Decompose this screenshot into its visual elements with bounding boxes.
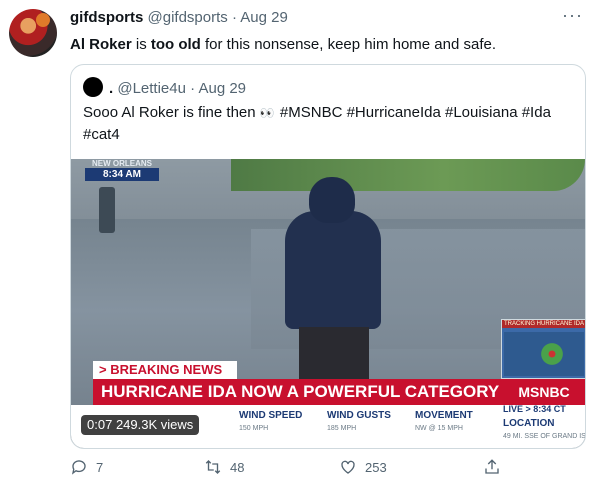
hashtag-link[interactable]: #cat4	[83, 126, 120, 143]
share-icon	[485, 459, 499, 474]
tweet-date[interactable]: Aug 29	[240, 9, 288, 26]
stat-label: WIND GUSTS	[327, 410, 391, 421]
stat-movement: MOVEMENT NW @ 15 MPH	[415, 409, 473, 435]
reporter-hood	[309, 177, 355, 223]
tweet-text-part: is	[131, 36, 151, 53]
stat-wind-speed: WIND SPEED 150 MPH	[239, 409, 302, 435]
hashtag-link[interactable]: #Ida	[522, 104, 551, 121]
quoted-author-handle[interactable]: @Lettie4u	[117, 80, 186, 97]
hurricane-tracker-map: TRACKING HURRICANE IDA	[501, 319, 585, 379]
stat-label: WIND SPEED	[239, 410, 303, 421]
stat-value: NW @ 15 MPH	[415, 425, 463, 432]
reply-button[interactable]: 7	[70, 458, 103, 477]
hashtag-link[interactable]: #Louisiana	[445, 104, 518, 121]
reply-icon	[71, 460, 86, 475]
stat-value: 185 MPH	[327, 425, 357, 432]
video-player[interactable]: NEW ORLEANS 8:34 AM TRACKING HURRICANE I…	[71, 159, 585, 448]
reporter-figure	[285, 211, 381, 329]
share-button[interactable]	[483, 458, 509, 477]
quoted-tweet-header: . @Lettie4u · Aug 29	[83, 77, 246, 99]
separator-dot: ·	[231, 9, 237, 26]
tweet-header: gifdsports @gifdsports · Aug 29	[70, 8, 288, 28]
tracker-label: TRACKING HURRICANE IDA	[502, 320, 585, 328]
quoted-author-name[interactable]: .	[109, 80, 113, 97]
stat-location: LOCATION 49 MI. SSE OF GRAND ISLE	[503, 417, 585, 443]
eyes-emoji: 👀	[259, 106, 276, 120]
retweet-icon	[205, 460, 221, 474]
quoted-tweet-card[interactable]: . @Lettie4u · Aug 29 Sooo Al Roker is fi…	[70, 64, 586, 449]
network-logo: MSNBC	[503, 379, 585, 405]
quoted-author-avatar[interactable]	[83, 77, 103, 97]
live-indicator: LIVE > 8:34 CT	[503, 404, 566, 414]
video-duration-views: 0:07 249.3K views	[81, 415, 200, 435]
separator-dot: ·	[190, 80, 196, 97]
tweet-text-part: Al Roker	[70, 36, 132, 53]
stat-label: LOCATION	[503, 418, 555, 429]
more-options-icon[interactable]: ···	[562, 5, 583, 26]
stat-label: MOVEMENT	[415, 410, 473, 421]
hashtag-link[interactable]: #HurricaneIda	[347, 104, 441, 121]
location-label: NEW ORLEANS	[92, 159, 152, 168]
quoted-text: Sooo Al Roker is fine then	[83, 104, 256, 121]
video-grass	[231, 159, 585, 191]
time-label: 8:34 AM	[85, 168, 159, 181]
stat-wind-gusts: WIND GUSTS 185 MPH	[327, 409, 391, 435]
author-avatar[interactable]	[9, 9, 57, 57]
author-name[interactable]: gifdsports	[70, 9, 143, 26]
retweet-count: 48	[230, 460, 245, 475]
hashtag-link[interactable]: #MSNBC	[280, 104, 343, 121]
tweet-text-part: too old	[150, 36, 201, 53]
tweet-text-part: for this nonsense, keep him home and saf…	[200, 36, 497, 53]
location-bug: NEW ORLEANS 8:34 AM	[85, 159, 159, 181]
breaking-news-label: > BREAKING NEWS	[93, 361, 237, 379]
author-handle[interactable]: @gifdsports	[148, 9, 228, 26]
heart-icon	[341, 460, 355, 474]
tracker-map-graphic	[504, 332, 584, 376]
quoted-tweet-text: Sooo Al Roker is fine then 👀 #MSNBC #Hur…	[83, 102, 573, 145]
retweet-button[interactable]: 48	[204, 458, 244, 477]
like-count: 253	[365, 460, 387, 475]
quoted-tweet-date[interactable]: Aug 29	[198, 80, 246, 97]
video-views: 249.3K views	[115, 417, 194, 432]
tweet-text: Al Roker is too old for this nonsense, k…	[70, 35, 496, 55]
video-duration: 0:07	[87, 417, 113, 432]
stat-value: 49 MI. SSE OF GRAND ISLE	[503, 433, 585, 440]
video-pillar	[99, 187, 115, 233]
reply-count: 7	[96, 460, 104, 475]
basketball-icon	[36, 13, 50, 27]
like-button[interactable]: 253	[339, 458, 387, 477]
stat-value: 150 MPH	[239, 425, 269, 432]
news-headline: HURRICANE IDA NOW A POWERFUL CATEGORY 4 …	[93, 379, 579, 405]
